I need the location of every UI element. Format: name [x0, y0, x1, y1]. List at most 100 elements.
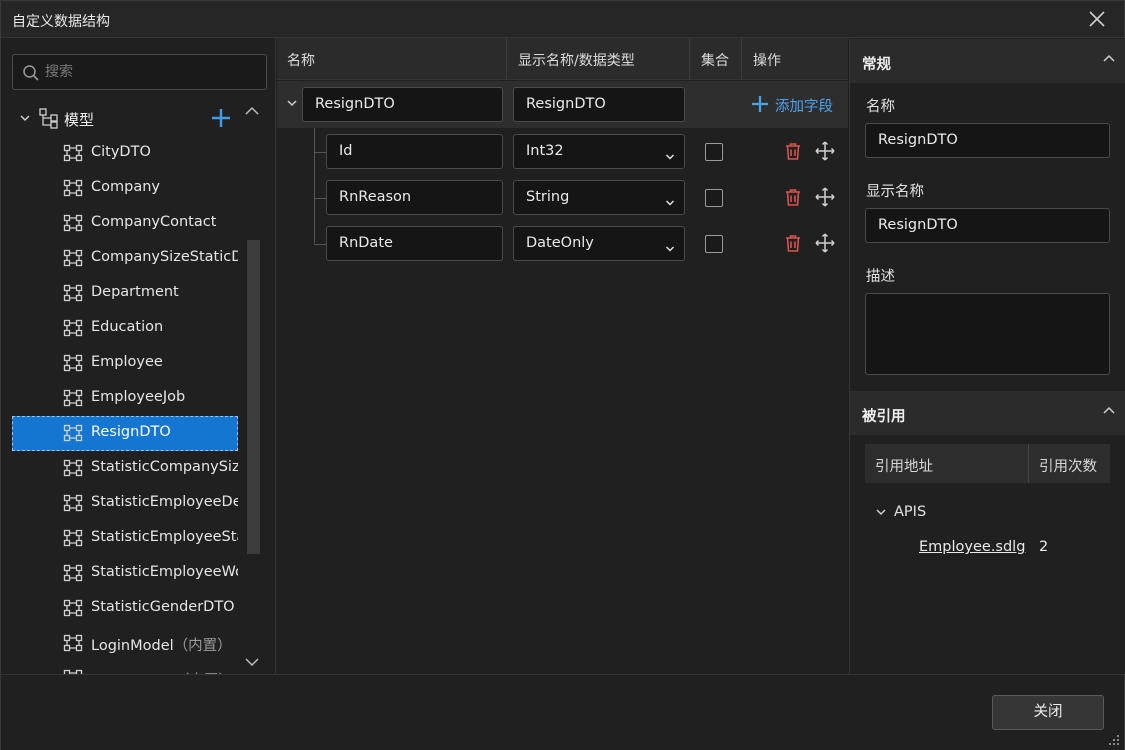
title-bar: 自定义数据结构	[1, 1, 1124, 38]
collection-checkbox[interactable]	[705, 189, 723, 207]
close-button[interactable]: 关闭	[992, 695, 1104, 730]
field-type-select[interactable]: Int32	[513, 134, 685, 169]
dialog-title: 自定义数据结构	[12, 14, 110, 30]
plus-icon	[752, 96, 768, 112]
model-list: CityDTO Company CompanyContact CompanySizeS…	[1, 136, 241, 674]
resize-grip-icon[interactable]	[1108, 734, 1120, 746]
name-label: 名称	[866, 99, 895, 115]
tree-root-label: 模型	[64, 111, 95, 129]
chevron-down-icon	[665, 241, 675, 257]
model-structure-icon	[63, 249, 83, 271]
references-section-title: 被引用	[862, 409, 906, 425]
description-textarea[interactable]	[865, 293, 1110, 375]
field-name-input[interactable]: Id	[326, 134, 503, 169]
general-section-title: 常规	[862, 57, 891, 73]
chevron-down-icon[interactable]	[19, 112, 31, 124]
field-row: RnReason String	[277, 175, 848, 221]
model-item-label: StatisticGenderDTO	[91, 599, 235, 615]
model-structure-icon	[63, 214, 83, 236]
field-name-input[interactable]: RnReason	[326, 180, 503, 215]
field-type-select[interactable]: String	[513, 180, 685, 215]
model-structure-icon	[63, 564, 83, 586]
field-type-select[interactable]: DateOnly	[513, 226, 685, 261]
tree-scrollbar[interactable]	[247, 240, 260, 554]
search-box[interactable]	[12, 54, 267, 90]
references-section-header[interactable]: 被引用	[850, 391, 1125, 435]
dto-row: ResignDTO ResignDTO 添加字段	[277, 81, 848, 128]
ref-count-value: 2	[1039, 539, 1049, 555]
move-icon[interactable]	[815, 187, 835, 211]
model-structure-icon	[63, 284, 83, 306]
model-item-label: CompanySizeStaticDTO	[91, 249, 238, 265]
ref-address-header: 引用地址	[875, 459, 933, 475]
delete-icon[interactable]	[784, 141, 802, 165]
display-name-input[interactable]: ResignDTO	[865, 208, 1110, 243]
field-name-input[interactable]: RnDate	[326, 226, 503, 261]
add-model-icon[interactable]	[210, 107, 232, 129]
model-item-label: Education	[91, 319, 164, 335]
description-label: 描述	[866, 269, 895, 285]
search-input[interactable]	[45, 55, 260, 89]
dialog-window: 自定义数据结构 模型	[0, 0, 1125, 750]
scroll-down-icon[interactable]	[244, 655, 260, 669]
collection-checkbox[interactable]	[705, 235, 723, 253]
model-list-item[interactable]: Company	[1, 171, 241, 206]
collection-checkbox[interactable]	[705, 143, 723, 161]
model-list-item[interactable]: LoginModel（内置）	[1, 626, 241, 661]
tree-root-models[interactable]: 模型	[1, 104, 275, 132]
model-list-item[interactable]: CompanyContact	[1, 206, 241, 241]
model-list-item[interactable]: StatisticGenderDTO	[1, 591, 241, 626]
model-item-label: StatisticEmployeeWork	[91, 564, 238, 580]
model-list-item[interactable]: CityDTO	[1, 136, 241, 171]
field-editor-panel: 名称 显示名称/数据类型 集合 操作 ResignDTO ResignDTO 添…	[277, 38, 848, 674]
model-list-item[interactable]: LoginResult（内置）	[1, 661, 241, 674]
field-row: Id Int32	[277, 129, 848, 175]
model-list-item[interactable]: Employee	[1, 346, 241, 381]
chevron-down-icon[interactable]	[286, 99, 298, 109]
scroll-up-icon[interactable]	[244, 104, 260, 118]
dto-name-input[interactable]: ResignDTO	[302, 87, 503, 122]
model-list-item[interactable]: EmployeeJob	[1, 381, 241, 416]
dto-display-name-input[interactable]: ResignDTO	[513, 87, 685, 122]
ref-group-label: APIS	[894, 504, 927, 520]
model-list-item[interactable]: StatisticCompanySizeDTO	[1, 451, 241, 486]
model-structure-icon	[63, 389, 83, 411]
dialog-footer: 关闭	[1, 674, 1124, 750]
model-list-item[interactable]: StatisticEmployeeWork	[1, 556, 241, 591]
properties-panel: 常规 名称 ResignDTO 显示名称 ResignDTO 描述 被引用 引用…	[849, 38, 1125, 674]
model-item-label: EmployeeJob	[91, 389, 186, 405]
model-structure-icon	[63, 424, 83, 446]
display-name-label: 显示名称	[866, 184, 924, 200]
model-structure-icon	[63, 144, 83, 166]
model-list-item[interactable]: CompanySizeStaticDTO	[1, 241, 241, 276]
model-list-item[interactable]: Education	[1, 311, 241, 346]
model-list-item[interactable]: StatisticEmployeeDegree	[1, 486, 241, 521]
chevron-down-icon[interactable]	[875, 508, 887, 518]
model-item-label: LoginModel（内置）	[91, 638, 232, 654]
model-structure-icon	[63, 354, 83, 376]
ref-file-link[interactable]: Employee.sdlg	[919, 539, 1025, 555]
chevron-down-icon	[665, 149, 675, 165]
delete-icon[interactable]	[784, 233, 802, 257]
search-icon	[23, 65, 39, 81]
model-list-item[interactable]: Department	[1, 276, 241, 311]
chevron-up-icon[interactable]	[1102, 53, 1116, 63]
general-section-header[interactable]: 常规	[850, 39, 1125, 83]
model-list-item[interactable]: ResignDTO	[12, 416, 238, 451]
model-tree-icon	[39, 108, 58, 129]
name-input[interactable]: ResignDTO	[865, 123, 1110, 158]
move-icon[interactable]	[815, 141, 835, 165]
close-icon[interactable]	[1088, 10, 1106, 28]
model-item-label: ResignDTO	[91, 424, 171, 440]
move-icon[interactable]	[815, 233, 835, 257]
delete-icon[interactable]	[784, 187, 802, 211]
model-list-item[interactable]: StatisticEmployeeStatus	[1, 521, 241, 556]
chevron-down-icon	[665, 195, 675, 211]
model-item-label: StatisticCompanySizeDTO	[91, 459, 238, 475]
model-structure-icon	[63, 494, 83, 516]
chevron-up-icon[interactable]	[1102, 405, 1116, 415]
model-structure-icon	[63, 179, 83, 201]
model-item-label: Department	[91, 284, 179, 300]
references-table-header: 引用地址 引用次数	[865, 444, 1110, 483]
model-structure-icon	[63, 529, 83, 551]
